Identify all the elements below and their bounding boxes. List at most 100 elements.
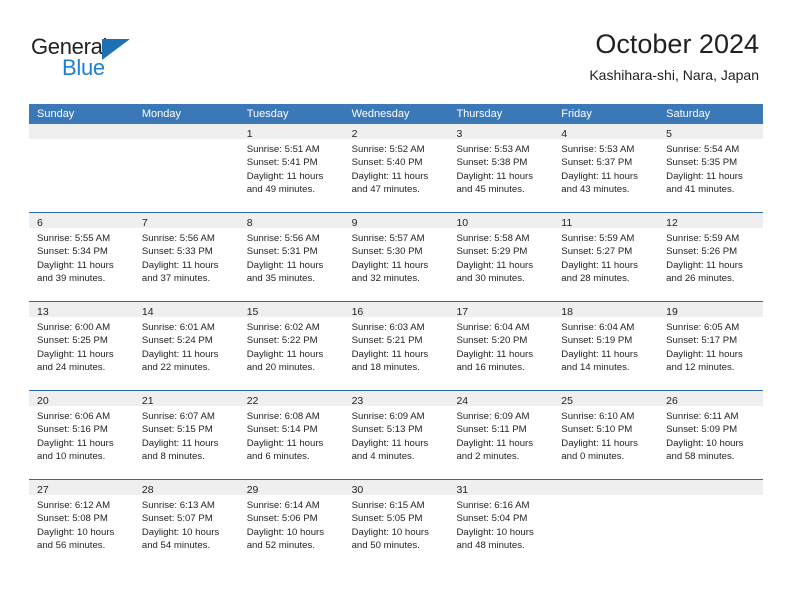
calendar-day-cell[interactable]: 6 Sunrise: 5:55 AM Sunset: 5:34 PM Daylight… [29,213,134,301]
daylight-text-line2: and 28 minutes. [561,273,630,285]
daylight-text-line2: and 45 minutes. [456,184,525,196]
daylight-text-line1: Daylight: 11 hours [37,437,114,449]
daylight-text-line2: and 39 minutes. [37,273,106,285]
sunset-text: Sunset: 5:17 PM [666,335,738,347]
calendar-week-row: 20 Sunrise: 6:06 AM Sunset: 5:16 PM Dayligh… [29,390,764,479]
calendar-day-cell[interactable]: 17 Sunrise: 6:04 AM Sunset: 5:20 PM Dayligh… [448,302,554,390]
sunset-text: Sunset: 5:05 PM [351,513,423,525]
calendar-day-cell[interactable]: 12 Sunrise: 5:59 AM Sunset: 5:26 PM Dayligh… [658,213,764,301]
page-title: October 2024 [595,29,759,59]
calendar-day-cell[interactable]: 9 Sunrise: 5:57 AM Sunset: 5:30 PM Daylight… [343,213,449,301]
day-number: 5 [666,128,672,140]
calendar-day-cell-empty [29,124,134,212]
day-details: Sunrise: 6:08 AM Sunset: 5:14 PM Daylight:… [239,406,344,464]
weekday-header-sunday: Sunday [37,108,75,120]
weekday-header-wednesday: Wednesday [351,108,410,120]
sunrise-text: Sunrise: 6:12 AM [37,500,111,511]
calendar-day-cell[interactable]: 28 Sunrise: 6:13 AM Sunset: 5:07 PM Dayligh… [133,480,239,568]
calendar-day-cell[interactable]: 4 Sunrise: 5:53 AM Sunset: 5:37 PM Daylight… [553,124,659,212]
day-number-bar [29,124,134,139]
sunrise-text: Sunrise: 5:58 AM [456,233,530,244]
calendar-day-cell[interactable]: 27 Sunrise: 6:12 AM Sunset: 5:08 PM Dayligh… [29,480,134,568]
sunset-text: Sunset: 5:37 PM [561,157,633,169]
calendar-day-cell[interactable]: 10 Sunrise: 5:58 AM Sunset: 5:29 PM Dayligh… [448,213,554,301]
calendar-day-cell[interactable]: 5 Sunrise: 5:54 AM Sunset: 5:35 PM Daylight… [658,124,764,212]
sunset-text: Sunset: 5:13 PM [351,424,423,436]
sunset-text: Sunset: 5:33 PM [141,246,213,258]
calendar-day-cell[interactable]: 11 Sunrise: 5:59 AM Sunset: 5:27 PM Dayligh… [553,213,659,301]
calendar-day-cell[interactable]: 13 Sunrise: 6:00 AM Sunset: 5:25 PM Dayligh… [29,302,134,390]
calendar-day-cell[interactable]: 25 Sunrise: 6:10 AM Sunset: 5:10 PM Dayligh… [553,391,659,479]
calendar-day-cell[interactable]: 19 Sunrise: 6:05 AM Sunset: 5:17 PM Dayligh… [658,302,764,390]
daylight-text-line1: Daylight: 10 hours [141,526,220,538]
calendar-day-cell[interactable]: 24 Sunrise: 6:09 AM Sunset: 5:11 PM Dayligh… [448,391,554,479]
day-details: Sunrise: 6:05 AM Sunset: 5:17 PM Daylight:… [658,317,763,375]
daylight-text-line1: Daylight: 11 hours [351,259,429,271]
sunrise-text: Sunrise: 6:00 AM [37,322,111,333]
calendar-day-cell[interactable]: 23 Sunrise: 6:09 AM Sunset: 5:13 PM Dayligh… [343,391,449,479]
daylight-text-line1: Daylight: 11 hours [351,170,429,182]
daylight-text-line1: Daylight: 11 hours [37,259,114,271]
day-number-bar: 21 [133,391,239,407]
calendar-day-cell[interactable]: 30 Sunrise: 6:15 AM Sunset: 5:05 PM Dayligh… [343,480,449,568]
daylight-text-line1: Daylight: 11 hours [456,348,534,360]
calendar-day-cell[interactable]: 26 Sunrise: 6:11 AM Sunset: 5:09 PM Dayligh… [658,391,764,479]
calendar-day-cell[interactable]: 21 Sunrise: 6:07 AM Sunset: 5:15 PM Dayligh… [133,391,239,479]
calendar-day-cell[interactable]: 16 Sunrise: 6:03 AM Sunset: 5:21 PM Dayligh… [343,302,449,390]
day-number: 18 [561,306,573,318]
day-details: Sunrise: 6:07 AM Sunset: 5:15 PM Daylight:… [134,406,239,464]
daylight-text-line1: Daylight: 11 hours [246,259,324,271]
daylight-text-line2: and 58 minutes. [666,451,735,463]
calendar-day-cell[interactable]: 20 Sunrise: 6:06 AM Sunset: 5:16 PM Dayligh… [29,391,134,479]
daylight-text-line2: and 4 minutes. [351,451,415,463]
daylight-text-line2: and 2 minutes. [456,451,520,463]
sunrise-text: Sunrise: 5:53 AM [456,144,530,155]
calendar-week-row: 6 Sunrise: 5:55 AM Sunset: 5:34 PM Daylight… [29,212,764,301]
daylight-text-line2: and 35 minutes. [246,273,315,285]
day-details: Sunrise: 6:10 AM Sunset: 5:10 PM Daylight:… [553,406,658,464]
daylight-text-line1: Daylight: 11 hours [666,170,743,182]
calendar-day-cell[interactable]: 8 Sunrise: 5:56 AM Sunset: 5:31 PM Daylight… [238,213,344,301]
day-number: 30 [351,484,364,496]
daylight-text-line1: Daylight: 11 hours [351,437,429,449]
daylight-text-line2: and 48 minutes. [456,540,525,552]
generalblue-logo[interactable]: General Blue [31,34,231,80]
calendar-day-cell[interactable]: 14 Sunrise: 6:01 AM Sunset: 5:24 PM Dayligh… [133,302,239,390]
sunrise-text: Sunrise: 5:55 AM [37,233,111,244]
day-number: 25 [561,395,573,407]
day-number: 11 [561,217,573,229]
day-number-bar: 30 [343,480,449,496]
day-number: 28 [141,484,154,496]
daylight-text-line2: and 12 minutes. [666,362,735,374]
sunset-text: Sunset: 5:30 PM [351,246,423,258]
calendar-day-cell[interactable]: 1 Sunrise: 5:51 AM Sunset: 5:41 PM Daylight… [238,124,344,212]
calendar-day-cell[interactable]: 31 Sunrise: 6:16 AM Sunset: 5:04 PM Dayligh… [448,480,554,568]
daylight-text-line2: and 56 minutes. [37,540,106,552]
calendar-day-cell[interactable]: 2 Sunrise: 5:52 AM Sunset: 5:40 PM Daylight… [343,124,449,212]
daylight-text-line1: Daylight: 11 hours [141,348,219,360]
day-details: Sunrise: 6:06 AM Sunset: 5:16 PM Daylight:… [29,406,134,464]
sunset-text: Sunset: 5:16 PM [37,424,108,436]
calendar-day-cell[interactable]: 18 Sunrise: 6:04 AM Sunset: 5:19 PM Dayligh… [553,302,659,390]
sunrise-text: Sunrise: 5:52 AM [351,144,425,155]
calendar-day-cell[interactable]: 15 Sunrise: 6:02 AM Sunset: 5:22 PM Dayligh… [238,302,344,390]
sunrise-text: Sunrise: 6:06 AM [37,411,111,422]
sunset-text: Sunset: 5:34 PM [37,246,108,258]
sunset-text: Sunset: 5:06 PM [246,513,318,525]
calendar-day-cell[interactable]: 29 Sunrise: 6:14 AM Sunset: 5:06 PM Dayligh… [238,480,344,568]
daylight-text-line1: Daylight: 10 hours [456,526,534,538]
sunrise-text: Sunrise: 6:01 AM [141,322,215,333]
sunrise-text: Sunrise: 6:02 AM [246,322,320,333]
calendar-day-cell[interactable]: 7 Sunrise: 5:56 AM Sunset: 5:33 PM Daylight… [133,213,239,301]
calendar-day-cell[interactable]: 22 Sunrise: 6:08 AM Sunset: 5:14 PM Dayligh… [238,391,344,479]
day-details: Sunrise: 5:52 AM Sunset: 5:40 PM Daylight:… [344,139,449,197]
day-number-bar: 4 [553,124,659,140]
sunrise-text: Sunrise: 6:09 AM [456,411,530,422]
day-number: 15 [246,306,259,318]
daylight-text-line1: Daylight: 10 hours [351,526,429,538]
day-details: Sunrise: 5:54 AM Sunset: 5:35 PM Daylight:… [658,139,763,197]
calendar-day-cell[interactable]: 3 Sunrise: 5:53 AM Sunset: 5:38 PM Daylight… [448,124,554,212]
day-number: 31 [456,484,469,496]
daylight-text-line2: and 41 minutes. [666,184,735,196]
day-details: Sunrise: 6:03 AM Sunset: 5:21 PM Daylight:… [344,317,449,375]
